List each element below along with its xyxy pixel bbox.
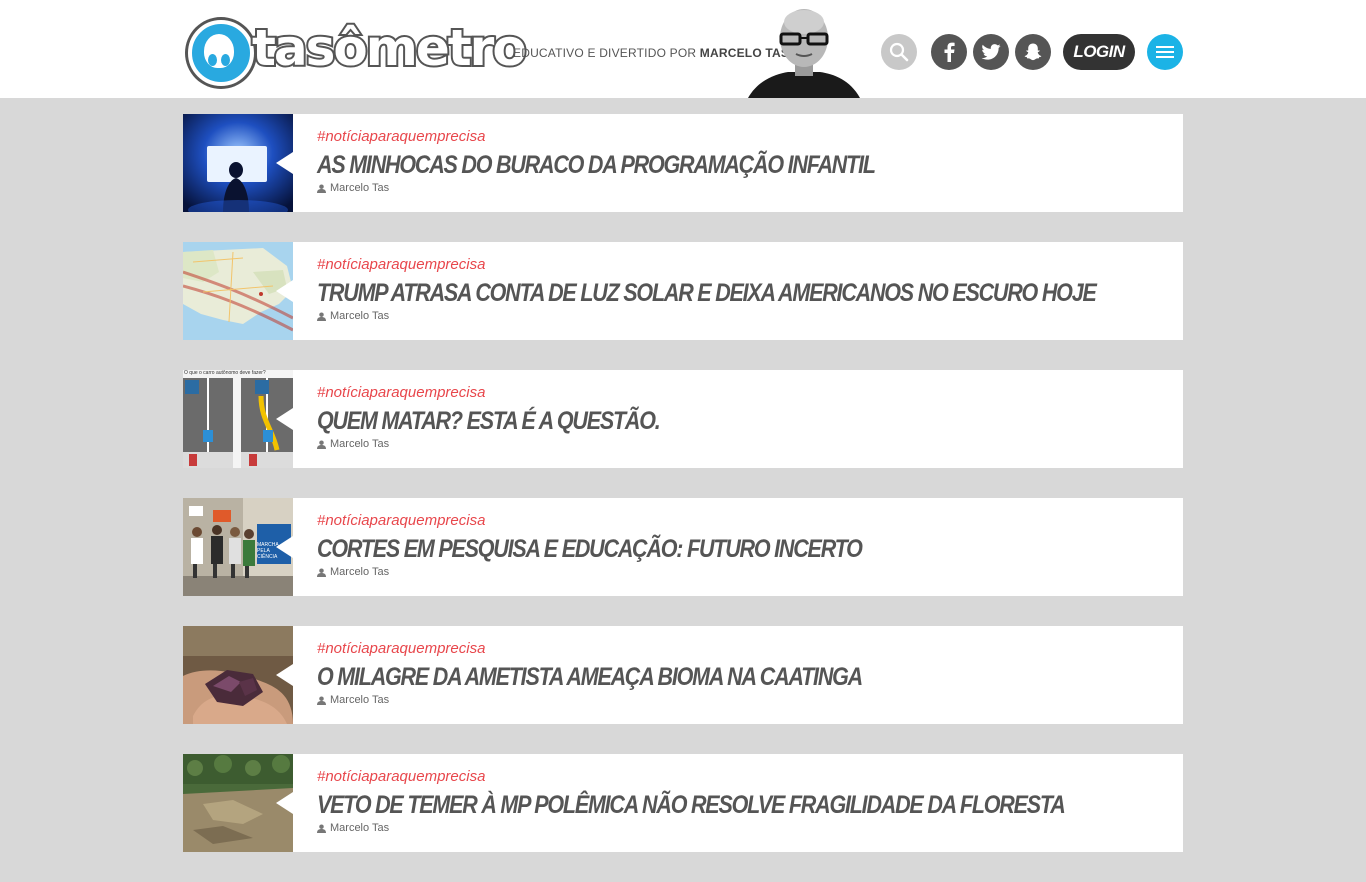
article-card[interactable]: O que o carro autônomo deve fazer? #notí…	[183, 370, 1183, 468]
article-thumbnail[interactable]	[183, 242, 293, 340]
article-author[interactable]: Marcelo Tas	[330, 566, 389, 578]
article-byline: Marcelo Tas	[317, 694, 1173, 706]
article-byline: Marcelo Tas	[317, 566, 1173, 578]
login-button[interactable]: LOGIN	[1063, 34, 1135, 70]
article-title[interactable]: VETO DE TEMER À MP POLÊMICA NÃO RESOLVE …	[317, 791, 1066, 819]
article-card[interactable]: #notíciaparaquemprecisa AS MINHOCAS DO B…	[183, 114, 1183, 212]
article-content: #notíciaparaquemprecisa TRUMP ATRASA CON…	[317, 256, 1173, 322]
article-author[interactable]: Marcelo Tas	[330, 310, 389, 322]
hamburger-menu-icon	[1156, 46, 1174, 58]
thumbnail-caption: MARCHA PELA CIÊNCIA	[257, 542, 279, 560]
user-icon	[317, 695, 326, 705]
article-byline: Marcelo Tas	[317, 310, 1173, 322]
article-author[interactable]: Marcelo Tas	[330, 822, 389, 834]
article-thumbnail[interactable]	[183, 114, 293, 212]
article-card[interactable]: #notíciaparaquemprecisa TRUMP ATRASA CON…	[183, 242, 1183, 340]
article-hashtag[interactable]: #notíciaparaquemprecisa	[317, 512, 1173, 530]
facebook-button[interactable]	[931, 34, 967, 70]
article-byline: Marcelo Tas	[317, 438, 1173, 450]
user-icon	[317, 823, 326, 833]
article-content: #notíciaparaquemprecisa O MILAGRE DA AME…	[317, 640, 1173, 706]
article-author[interactable]: Marcelo Tas	[330, 694, 389, 706]
article-title[interactable]: CORTES EM PESQUISA E EDUCAÇÃO: FUTURO IN…	[317, 535, 1053, 563]
logo-wordmark: tasômetro	[250, 18, 529, 78]
search-button[interactable]	[881, 34, 917, 70]
article-content: #notíciaparaquemprecisa CORTES EM PESQUI…	[317, 512, 1173, 578]
article-title[interactable]: QUEM MATAR? ESTA É A QUESTÃO.	[317, 407, 1053, 435]
thumbnail-caption: O que o carro autônomo deve fazer?	[184, 370, 266, 376]
site-logo[interactable]: tasômetro	[188, 18, 529, 86]
user-icon	[317, 567, 326, 577]
article-hashtag[interactable]: #notíciaparaquemprecisa	[317, 768, 1173, 786]
menu-button[interactable]	[1147, 34, 1183, 70]
article-content: #notíciaparaquemprecisa VETO DE TEMER À …	[317, 768, 1173, 834]
user-icon	[317, 439, 326, 449]
article-thumbnail[interactable]	[183, 626, 293, 724]
article-author[interactable]: Marcelo Tas	[330, 182, 389, 194]
snapchat-icon	[1024, 43, 1042, 61]
article-content: #notíciaparaquemprecisa AS MINHOCAS DO B…	[317, 128, 1173, 194]
snapchat-button[interactable]	[1015, 34, 1051, 70]
article-card[interactable]: MARCHA PELA CIÊNCIA #notíciaparaquemprec…	[183, 498, 1183, 596]
article-hashtag[interactable]: #notíciaparaquemprecisa	[317, 384, 1173, 402]
article-title[interactable]: O MILAGRE DA AMETISTA AMEAÇA BIOMA NA CA…	[317, 663, 1053, 691]
article-thumbnail[interactable]: MARCHA PELA CIÊNCIA	[183, 498, 293, 596]
article-content: #notíciaparaquemprecisa QUEM MATAR? ESTA…	[317, 384, 1173, 450]
article-byline: Marcelo Tas	[317, 182, 1173, 194]
alien-logo-icon	[188, 20, 254, 86]
article-feed: #notíciaparaquemprecisa AS MINHOCAS DO B…	[183, 114, 1183, 882]
article-title[interactable]: TRUMP ATRASA CONTA DE LUZ SOLAR E DEIXA …	[317, 279, 1097, 307]
twitter-button[interactable]	[973, 34, 1009, 70]
article-thumbnail[interactable]: O que o carro autônomo deve fazer?	[183, 370, 293, 468]
user-icon	[317, 311, 326, 321]
site-header: tasômetro EDUCATIVO E DIVERTIDO POR MARC…	[0, 0, 1366, 98]
author-photo	[748, 8, 860, 98]
article-card[interactable]: #notíciaparaquemprecisa O MILAGRE DA AME…	[183, 626, 1183, 724]
article-card[interactable]: #notíciaparaquemprecisa VETO DE TEMER À …	[183, 754, 1183, 852]
article-hashtag[interactable]: #notíciaparaquemprecisa	[317, 640, 1173, 658]
article-hashtag[interactable]: #notíciaparaquemprecisa	[317, 128, 1173, 146]
facebook-icon	[944, 42, 955, 62]
article-thumbnail[interactable]	[183, 754, 293, 852]
article-title[interactable]: AS MINHOCAS DO BURACO DA PROGRAMAÇÃO INF…	[317, 151, 1053, 179]
article-byline: Marcelo Tas	[317, 822, 1173, 834]
tagline-prefix: EDUCATIVO E DIVERTIDO POR	[513, 46, 697, 60]
article-author[interactable]: Marcelo Tas	[330, 438, 389, 450]
search-icon	[889, 42, 909, 62]
twitter-icon	[981, 44, 1001, 60]
article-hashtag[interactable]: #notíciaparaquemprecisa	[317, 256, 1173, 274]
user-icon	[317, 183, 326, 193]
